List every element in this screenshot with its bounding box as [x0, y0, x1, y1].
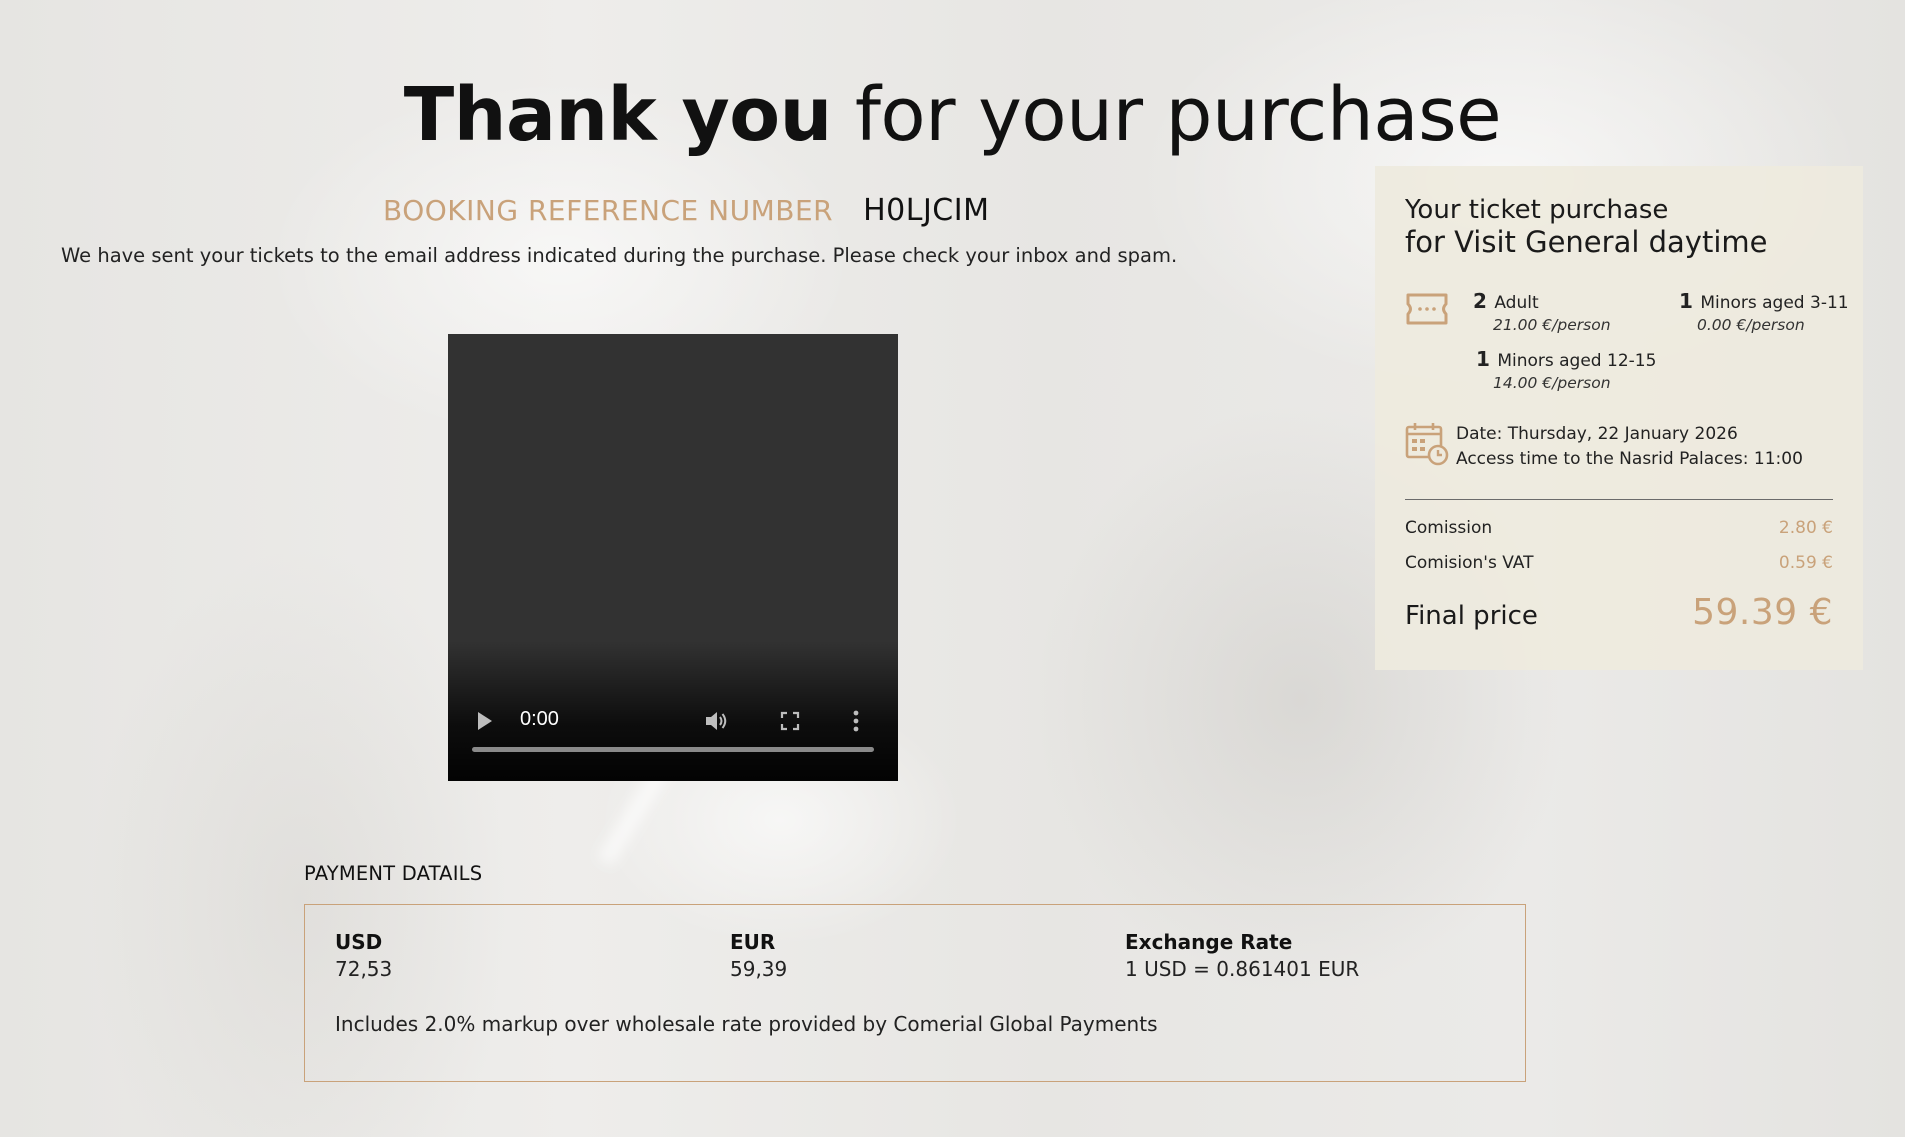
commission-label: Comission	[1405, 518, 1493, 538]
ticket-adult-label: Adult	[1494, 293, 1539, 313]
calendar-clock-icon	[1405, 423, 1449, 466]
summary-title-line1: Your ticket purchase	[1405, 195, 1669, 225]
ticket-icon	[1406, 293, 1448, 325]
commission-vat-amount: 0.59 €	[1778, 553, 1833, 573]
payment-exchange-rate: Exchange Rate 1 USD = 0.861401 EUR	[1125, 929, 1359, 982]
access-time: Access time to the Nasrid Palaces: 11:00	[1456, 449, 1803, 469]
summary-title: Your ticket purchase for Visit General d…	[1405, 194, 1767, 258]
exchange-rate-label: Exchange Rate	[1125, 930, 1293, 954]
ticket-adult: 2 Adult 21.00 €/person	[1473, 289, 1611, 334]
video-time: 0:00	[520, 708, 559, 730]
ticket-minors-3-11-label: Minors aged 3-11	[1700, 293, 1849, 313]
payment-usd-value: 72,53	[335, 957, 393, 981]
ticket-minors-3-11-price: 0.00 €/person	[1697, 316, 1805, 334]
commission-amount: 2.80 €	[1778, 518, 1833, 538]
video-player[interactable]: 0:00	[448, 334, 898, 781]
volume-icon[interactable]	[703, 709, 729, 733]
ticket-minors-12-15-label: Minors aged 12-15	[1497, 351, 1657, 371]
commission-vat-row: Comision's VAT 0.59 €	[1405, 553, 1833, 573]
payment-markup-note: Includes 2.0% markup over wholesale rate…	[335, 1012, 1158, 1036]
final-price-label: Final price	[1405, 601, 1538, 631]
final-price-amount: 59.39 €	[1692, 592, 1833, 633]
ticket-minors-12-15-price: 14.00 €/person	[1493, 374, 1611, 392]
ticket-adult-qty: 2	[1473, 289, 1487, 313]
ticket-minors-12-15-qty: 1	[1476, 347, 1490, 371]
play-icon[interactable]	[478, 712, 492, 730]
page-title-rest: for your purchase	[854, 72, 1502, 158]
ticket-minors-12-15: 1 Minors aged 12-15 14.00 €/person	[1476, 347, 1656, 392]
ticket-summary-card: Your ticket purchase for Visit General d…	[1375, 166, 1863, 670]
final-price-row: Final price 59.39 €	[1405, 592, 1833, 633]
visit-date: Date: Thursday, 22 January 2026	[1456, 424, 1738, 444]
ticket-minors-3-11-qty: 1	[1679, 289, 1693, 313]
payment-eur-label: EUR	[730, 930, 776, 954]
payment-eur-value: 59,39	[730, 957, 788, 981]
tickets-sent-message: We have sent your tickets to the email a…	[61, 244, 1178, 267]
ticket-adult-price: 21.00 €/person	[1493, 316, 1611, 334]
payment-details-title: PAYMENT DATAILS	[304, 862, 483, 885]
more-options-icon[interactable]	[852, 709, 860, 733]
page-title-strong: Thank you	[403, 72, 833, 158]
summary-divider	[1405, 499, 1833, 500]
exchange-rate-value: 1 USD = 0.861401 EUR	[1125, 957, 1360, 981]
ticket-minors-3-11: 1 Minors aged 3-11 0.00 €/person	[1679, 289, 1849, 334]
summary-title-line2: for Visit General daytime	[1405, 225, 1768, 259]
booking-reference-label: BOOKING REFERENCE NUMBER	[383, 194, 834, 227]
payment-details-box: USD 72,53 EUR 59,39 Exchange Rate 1 USD …	[304, 904, 1526, 1082]
video-progress-bar[interactable]	[472, 747, 874, 752]
fullscreen-icon[interactable]	[778, 709, 802, 733]
payment-usd-label: USD	[335, 930, 383, 954]
video-controls: 0:00	[448, 706, 898, 736]
commission-row: Comission 2.80 €	[1405, 518, 1833, 538]
booking-reference: BOOKING REFERENCE NUMBER H0LJCIM	[383, 193, 989, 233]
booking-reference-code: H0LJCIM	[863, 193, 990, 228]
page-title: Thank you for your purchase	[0, 70, 1905, 160]
payment-eur: EUR 59,39	[730, 929, 787, 982]
commission-vat-label: Comision's VAT	[1405, 553, 1534, 573]
payment-usd: USD 72,53	[335, 929, 392, 982]
confirmation-page: Thank you for your purchase BOOKING REFE…	[0, 0, 1905, 1137]
